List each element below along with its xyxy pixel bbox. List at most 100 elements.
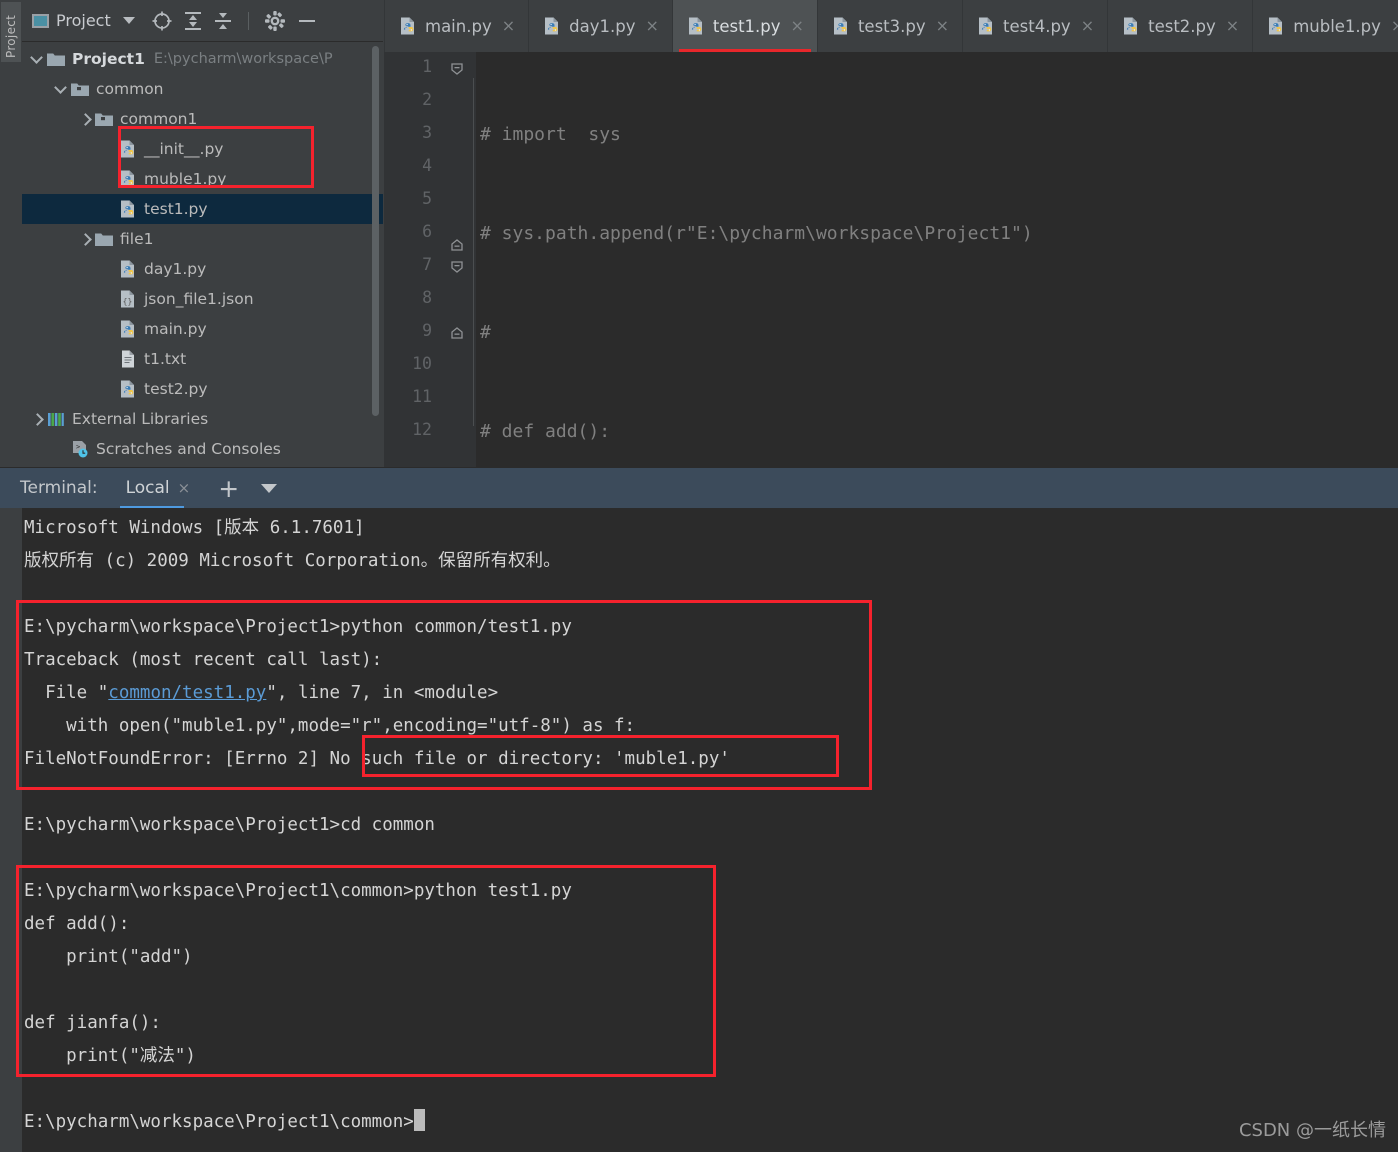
tree-item-scratches-and-consoles[interactable]: >_ Scratches and Consoles bbox=[22, 434, 383, 464]
add-terminal-button[interactable]: + bbox=[218, 476, 239, 501]
project-tree-scrollbar[interactable] bbox=[372, 46, 379, 416]
fold-marker-close-5[interactable] bbox=[450, 238, 464, 252]
expand-all-icon[interactable] bbox=[183, 10, 203, 32]
svg-text:{}: {} bbox=[123, 297, 133, 306]
terminal-header: Terminal: Local × + bbox=[0, 467, 1398, 509]
tree-item-file1[interactable]: file1 bbox=[22, 224, 383, 254]
line-number: 7 bbox=[422, 255, 432, 274]
close-icon[interactable]: × bbox=[178, 479, 191, 497]
chevron-right-icon[interactable] bbox=[30, 412, 44, 426]
chevron-down-icon[interactable] bbox=[261, 483, 278, 493]
chevron-down-icon[interactable] bbox=[54, 82, 68, 96]
tree-item-common[interactable]: common bbox=[22, 74, 383, 104]
tree-item-json-file1-json[interactable]: {} json_file1.json bbox=[22, 284, 383, 314]
tree-item-label: main.py bbox=[144, 320, 207, 338]
python-icon bbox=[118, 319, 138, 339]
line-number: 6 bbox=[422, 222, 432, 241]
traceback-file-prefix: File " bbox=[24, 683, 109, 703]
tree-item-test1-py[interactable]: test1.py bbox=[22, 194, 383, 224]
code-text-2: # sys.path.append(r"E:\pycharm\workspace… bbox=[480, 223, 1033, 244]
tree-item-label: common bbox=[96, 80, 164, 98]
terminal-line: def jianfa(): bbox=[24, 1013, 161, 1033]
tree-item-muble1-py[interactable]: muble1.py bbox=[22, 164, 383, 194]
tree-item-label: json_file1.json bbox=[144, 290, 254, 308]
minimize-icon[interactable] bbox=[296, 10, 318, 32]
chevron-down-icon[interactable] bbox=[30, 52, 44, 66]
tree-item-project1[interactable]: Project1 E:\pycharm\workspace\P bbox=[22, 44, 383, 74]
tree-item-label: t1.txt bbox=[144, 350, 187, 368]
collapse-all-icon[interactable] bbox=[213, 10, 233, 32]
terminal-cursor bbox=[413, 1109, 425, 1131]
close-icon[interactable]: × bbox=[1226, 18, 1239, 34]
editor-tab-muble1-py[interactable]: muble1.py × bbox=[1252, 0, 1398, 52]
line-number: 9 bbox=[422, 321, 432, 340]
python-file-icon bbox=[976, 16, 996, 36]
python-file-icon bbox=[686, 16, 706, 36]
close-icon[interactable]: × bbox=[645, 18, 658, 34]
editor-tab-test4-py[interactable]: test4.py × bbox=[962, 0, 1107, 52]
tree-item-test2-py[interactable]: test2.py bbox=[22, 374, 383, 404]
line-number: 12 bbox=[412, 420, 432, 439]
chevron-right-icon[interactable] bbox=[78, 112, 92, 126]
close-icon[interactable]: × bbox=[502, 18, 515, 34]
close-icon[interactable]: × bbox=[791, 18, 804, 34]
tree-item-label: Project1 bbox=[72, 50, 145, 68]
traceback-file-link[interactable]: common/test1.py bbox=[108, 683, 266, 703]
close-icon[interactable]: × bbox=[1081, 18, 1094, 34]
terminal-label: Terminal: bbox=[20, 478, 98, 498]
json-icon: {} bbox=[118, 289, 138, 309]
terminal-output: Microsoft Windows [版本 6.1.7601] 版权所有 (c)… bbox=[24, 512, 1398, 1139]
terminal-tab-local[interactable]: Local × bbox=[119, 468, 197, 509]
tree-item-label: Scratches and Consoles bbox=[96, 440, 281, 458]
editor-tab-main-py[interactable]: main.py × bbox=[384, 0, 528, 52]
close-icon[interactable]: × bbox=[1391, 18, 1398, 34]
line-number: 11 bbox=[412, 387, 432, 406]
line-number: 8 bbox=[422, 288, 432, 307]
sidebar-vtab-project[interactable]: Project bbox=[1, 2, 21, 62]
tree-item-common1[interactable]: common1 bbox=[22, 104, 383, 134]
editor-code-area[interactable]: # import sys # sys.path.append(r"E:\pych… bbox=[480, 52, 1398, 467]
tree-item--init-py[interactable]: __init__.py bbox=[22, 134, 383, 164]
code-editor[interactable]: 1 2 3 4 5 6 7 8 9 10 11 12 # import sys # sys.path.… bbox=[384, 52, 1398, 467]
editor-tab-day1-py[interactable]: day1.py × bbox=[528, 0, 672, 52]
folder-icon bbox=[46, 49, 66, 69]
project-tree: Project1 E:\pycharm\workspace\P common comm… bbox=[22, 42, 383, 464]
project-title-group[interactable]: Project bbox=[32, 11, 111, 30]
tree-item-path: E:\pycharm\workspace\P bbox=[153, 51, 333, 67]
tree-item-main-py[interactable]: main.py bbox=[22, 314, 383, 344]
editor-tab-test1-py[interactable]: test1.py × bbox=[671, 0, 817, 52]
tree-item-day1-py[interactable]: day1.py bbox=[22, 254, 383, 284]
editor-tab-bar: main.py × day1.py × test1.py × test3.py × test4.… bbox=[384, 0, 1398, 52]
python-file-icon bbox=[542, 16, 562, 36]
editor-tab-test3-py[interactable]: test3.py × bbox=[816, 0, 962, 52]
line-number: 10 bbox=[412, 354, 432, 373]
tree-item-t1-txt[interactable]: t1.txt bbox=[22, 344, 383, 374]
editor-tab-label: test3.py bbox=[857, 16, 926, 36]
terminal-panel[interactable]: Microsoft Windows [版本 6.1.7601] 版权所有 (c)… bbox=[0, 508, 1398, 1152]
terminal-line: print("减法") bbox=[24, 1046, 196, 1066]
fold-marker-open[interactable] bbox=[450, 62, 464, 76]
gear-icon[interactable] bbox=[264, 10, 286, 32]
chevron-right-icon[interactable] bbox=[78, 232, 92, 246]
terminal-line: E:\pycharm\workspace\Project1\common>pyt… bbox=[24, 881, 572, 901]
close-icon[interactable]: × bbox=[936, 18, 949, 34]
editor-tab-label: muble1.py bbox=[1293, 16, 1381, 36]
editor-gutter[interactable]: 1 2 3 4 5 6 7 8 9 10 11 12 bbox=[384, 52, 476, 467]
chevron-down-icon[interactable] bbox=[122, 17, 135, 24]
terminal-line: Microsoft Windows [版本 6.1.7601] bbox=[24, 518, 365, 538]
code-text-3: # bbox=[480, 322, 491, 343]
locate-icon[interactable] bbox=[151, 10, 173, 32]
code-text-1: # import sys bbox=[480, 124, 621, 145]
editor-tab-test2-py[interactable]: test2.py × bbox=[1107, 0, 1252, 52]
fold-marker-close-9[interactable] bbox=[450, 326, 464, 340]
python-icon bbox=[118, 199, 138, 219]
tree-item-external-libraries[interactable]: External Libraries bbox=[22, 404, 383, 434]
fold-marker-open-7[interactable] bbox=[450, 260, 464, 274]
